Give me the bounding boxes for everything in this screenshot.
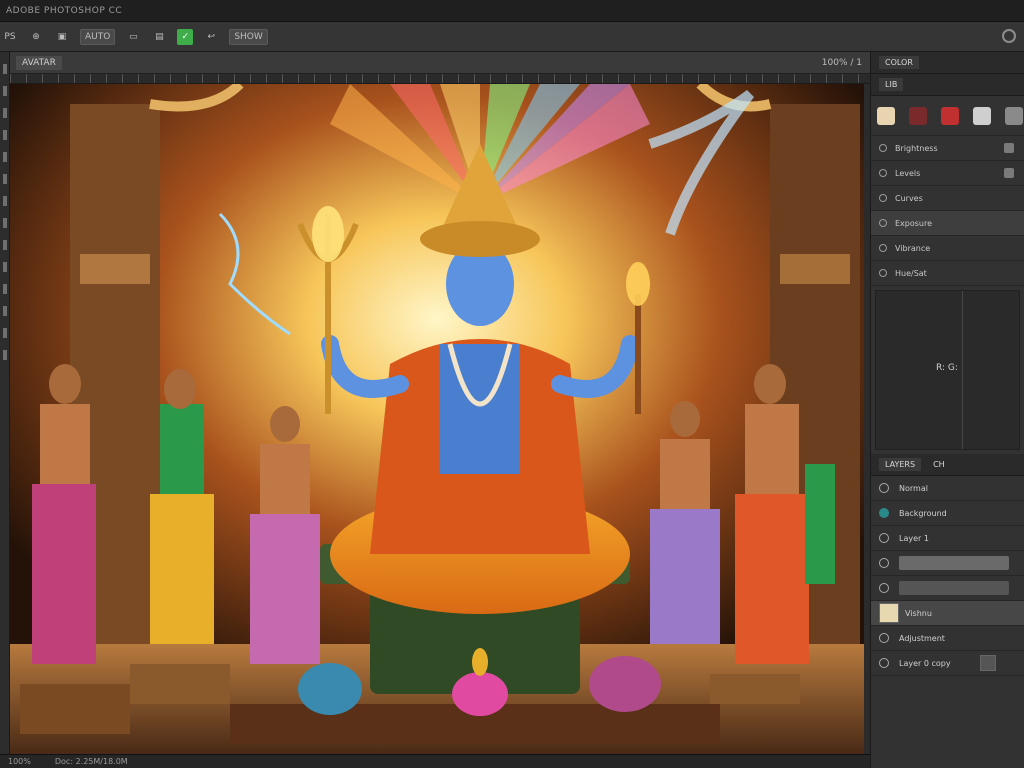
layer-row-selected[interactable]: Vishnu: [871, 601, 1024, 626]
adjust-icon: [879, 269, 887, 277]
status-zoom: 100%: [8, 757, 31, 766]
option-item[interactable]: SHOW: [229, 28, 268, 45]
tool-icon[interactable]: [3, 218, 7, 228]
eye-icon[interactable]: [879, 533, 889, 543]
eye-icon[interactable]: [879, 633, 889, 643]
tool-strip: [0, 52, 10, 768]
eye-icon[interactable]: [879, 483, 889, 493]
info-preview: R: G:: [875, 290, 1020, 450]
image-canvas[interactable]: [10, 84, 864, 754]
layer-name-bar: [899, 556, 1009, 570]
panel-tab-bar-2: LIB: [871, 74, 1024, 96]
eye-icon[interactable]: [879, 583, 889, 593]
adjust-row[interactable]: Exposure: [871, 211, 1024, 236]
tool-icon[interactable]: [3, 284, 7, 294]
swatch[interactable]: [1005, 106, 1023, 125]
tool-icon[interactable]: [3, 240, 7, 250]
adjust-icon: [879, 244, 887, 252]
panel-tab[interactable]: LIB: [879, 78, 904, 91]
tool-icon[interactable]: [3, 108, 7, 118]
eye-icon[interactable]: [879, 558, 889, 568]
layer-thumbnail: [879, 603, 899, 623]
tool-icon[interactable]: [3, 196, 7, 206]
layers-tab-bar: LAYERS CH: [871, 454, 1024, 476]
swatch[interactable]: [909, 106, 927, 125]
artwork: [10, 84, 864, 754]
option-item[interactable]: ▤: [151, 29, 167, 45]
layer-row[interactable]: Layer 0 copy: [871, 651, 1024, 676]
status-bar: 100% Doc: 2.25M/18.0M: [0, 754, 870, 768]
tool-icon[interactable]: [3, 64, 7, 74]
tool-icon[interactable]: [3, 306, 7, 316]
layer-name-bar: [899, 581, 1009, 595]
divider: [962, 291, 963, 449]
document-tab-bar: AVATAR 100% / 1: [10, 52, 870, 74]
menu-bar: ADOBE PHOTOSHOP CC: [0, 0, 1024, 22]
options-bar: PS ⊕ ▣ AUTO ▭ ▤ ✓ ↩ SHOW: [0, 22, 1024, 52]
option-item[interactable]: AUTO: [80, 28, 116, 45]
adjust-icon: [879, 169, 887, 177]
right-panel: COLOR LIB Brightness Levels Curves Expos…: [870, 52, 1024, 768]
option-item[interactable]: ▭: [125, 29, 141, 45]
tool-icon[interactable]: [3, 174, 7, 184]
option-item[interactable]: PS: [2, 29, 18, 45]
gear-icon[interactable]: [1002, 29, 1016, 43]
adjust-row[interactable]: Curves: [871, 186, 1024, 211]
swatch[interactable]: [973, 106, 991, 125]
adjust-icon: [879, 144, 887, 152]
info-label: R: G:: [936, 363, 958, 373]
toggle-icon[interactable]: [1004, 168, 1014, 178]
option-item[interactable]: ↩: [203, 29, 219, 45]
status-doc-size: Doc: 2.25M/18.0M: [54, 757, 128, 766]
layer-row[interactable]: Background: [871, 501, 1024, 526]
panel-tab[interactable]: CH: [927, 458, 951, 471]
option-item[interactable]: ✓: [177, 28, 194, 45]
adjust-row[interactable]: Brightness: [871, 136, 1024, 161]
swatch[interactable]: [941, 106, 959, 125]
swatch[interactable]: [877, 106, 895, 125]
document-tab[interactable]: AVATAR: [16, 55, 62, 70]
adjust-icon: [879, 194, 887, 202]
swatch-row: [871, 96, 1024, 136]
panel-tab[interactable]: COLOR: [879, 56, 919, 69]
eye-icon[interactable]: [879, 508, 889, 518]
layer-row[interactable]: Normal: [871, 476, 1024, 501]
adjust-icon: [879, 219, 887, 227]
eye-icon[interactable]: [879, 658, 889, 668]
tool-icon[interactable]: [3, 328, 7, 338]
zoom-readout: 100% / 1: [821, 57, 862, 68]
option-item[interactable]: ⊕: [28, 29, 44, 45]
layer-row[interactable]: Layer 1: [871, 526, 1024, 551]
tool-icon[interactable]: [3, 130, 7, 140]
layer-row[interactable]: Adjustment: [871, 626, 1024, 651]
tool-icon[interactable]: [3, 86, 7, 96]
layer-row[interactable]: [871, 551, 1024, 576]
option-item[interactable]: ▣: [54, 29, 70, 45]
adjust-row[interactable]: Hue/Sat: [871, 261, 1024, 286]
adjust-row[interactable]: Vibrance: [871, 236, 1024, 261]
horizontal-ruler: [10, 74, 870, 84]
toggle-icon[interactable]: [1004, 143, 1014, 153]
tool-icon[interactable]: [3, 350, 7, 360]
adjust-row[interactable]: Levels: [871, 161, 1024, 186]
app-title: ADOBE PHOTOSHOP CC: [6, 5, 123, 16]
panel-tab-bar: COLOR: [871, 52, 1024, 74]
tool-icon[interactable]: [3, 262, 7, 272]
layer-mask-thumbnail: [980, 655, 996, 671]
layer-row[interactable]: [871, 576, 1024, 601]
panel-tab[interactable]: LAYERS: [879, 458, 922, 471]
tool-icon[interactable]: [3, 152, 7, 162]
